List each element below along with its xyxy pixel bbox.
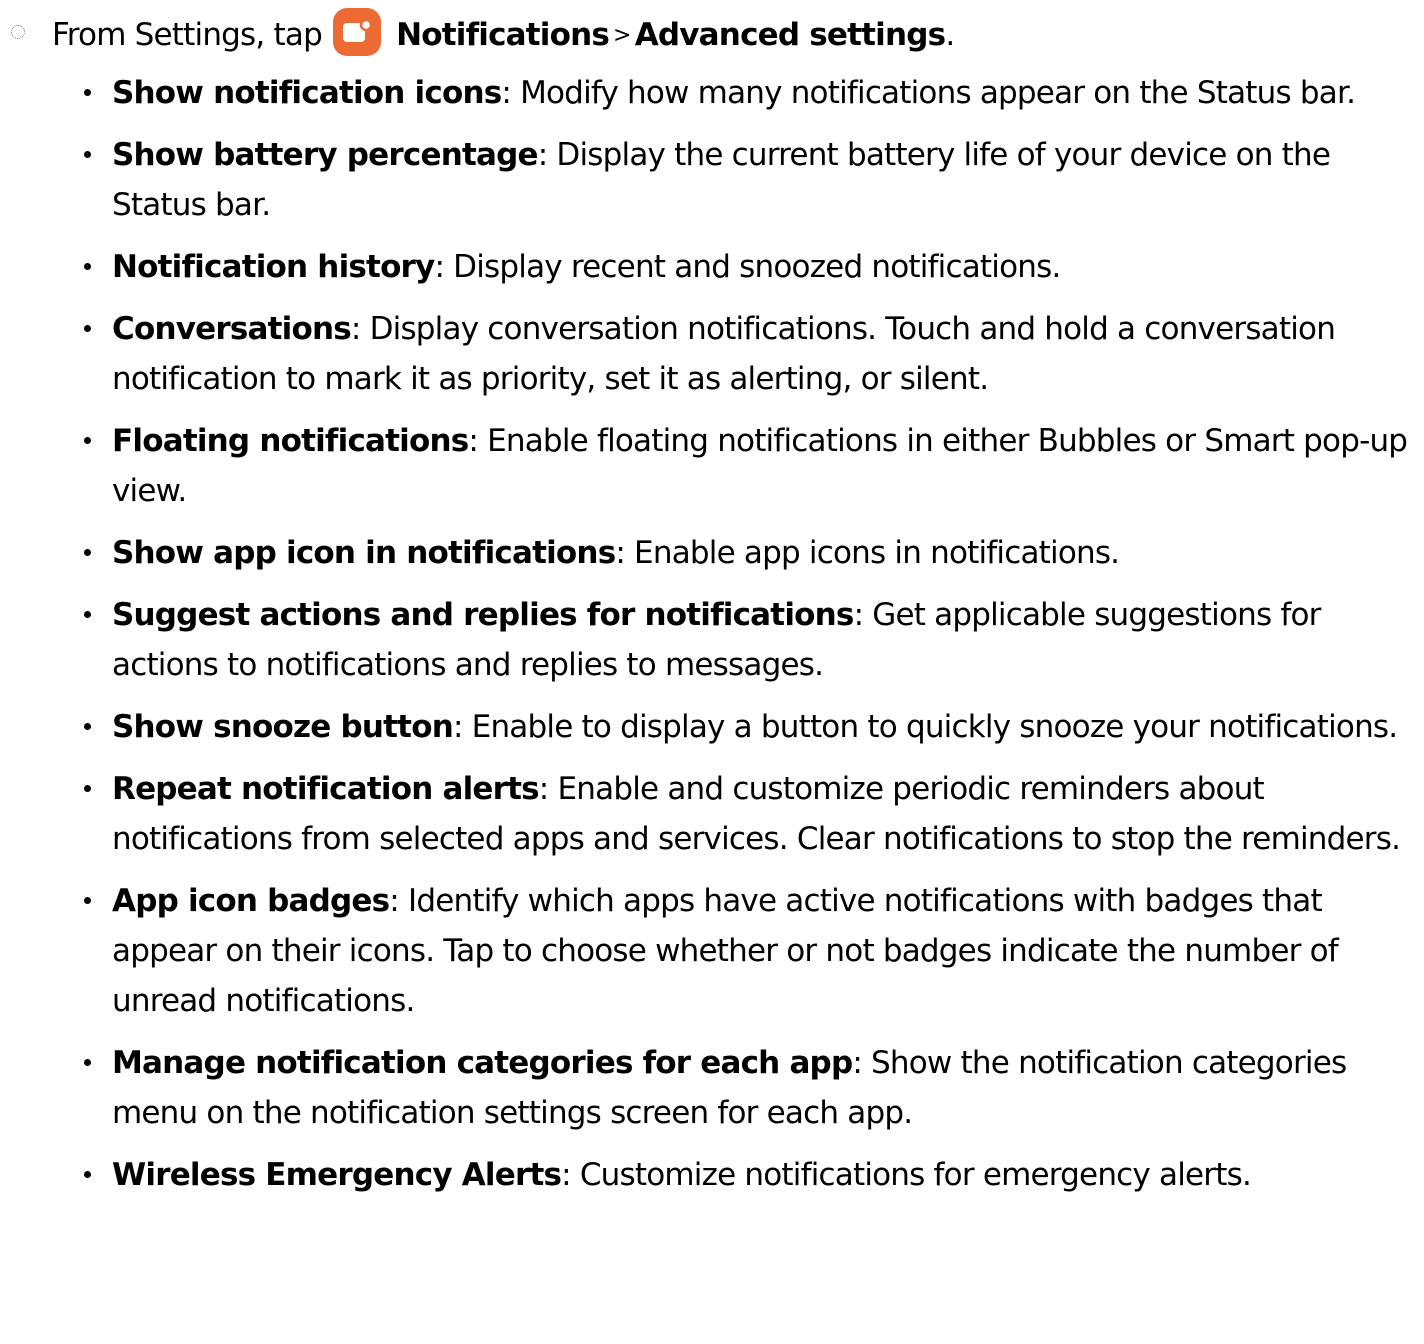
list-item: Manage notification categories for each … [0,1038,1424,1138]
list-item: Suggest actions and replies for notifica… [0,590,1424,690]
option-description: : Enable to display a button to quickly … [452,709,1398,745]
list-item: Conversations: Display conversation noti… [0,304,1424,404]
option-term: Show snooze button [112,709,454,745]
option-description: : Display recent and snoozed notificatio… [434,249,1061,285]
option-term: App icon badges [112,883,390,919]
list-item: App icon badges: Identify which apps hav… [0,876,1424,1026]
list-item: Repeat notification alerts: Enable and c… [0,764,1424,864]
notifications-app-icon [333,8,382,56]
option-term: Show app icon in notifications [112,535,616,571]
advanced-settings-label: Advanced settings [634,17,946,53]
option-term: Floating notifications [112,423,469,459]
step-period: . [945,17,955,53]
step-intro: From Settings, tap [52,17,323,53]
option-description: : Modify how many notifications appear o… [501,75,1356,111]
option-term: Wireless Emergency Alerts [112,1157,562,1193]
list-item: Floating notifications: Enable floating … [0,416,1424,516]
option-term: Suggest actions and replies for notifica… [112,597,854,633]
option-term: Show notification icons [112,75,502,111]
step-bullet-icon [11,25,25,39]
instruction-step: From Settings, tap Notifications > Advance… [0,0,1424,62]
list-item: Show snooze button: Enable to display a … [0,702,1424,752]
path-separator: > [613,23,631,48]
list-item: Show app icon in notifications: Enable a… [0,528,1424,578]
option-description: : Customize notifications for emergency … [561,1157,1252,1193]
option-description: : Enable app icons in notifications. [615,535,1120,571]
option-term: Conversations [112,311,352,347]
option-term: Repeat notification alerts [112,771,540,807]
list-item: Wireless Emergency Alerts: Customize not… [0,1150,1424,1200]
option-term: Manage notification categories for each … [112,1045,853,1081]
list-item: Notification history: Display recent and… [0,242,1424,292]
notifications-menu-label: Notifications [396,17,610,53]
option-term: Show battery percentage [112,137,539,173]
list-item: Show battery percentage: Display the cur… [0,130,1424,230]
option-term: Notification history [112,249,435,285]
list-item: Show notification icons: Modify how many… [0,68,1424,118]
settings-options-list: Show notification icons: Modify how many… [0,68,1424,1212]
step-text: From Settings, tap Notifications > Advance… [52,8,955,58]
